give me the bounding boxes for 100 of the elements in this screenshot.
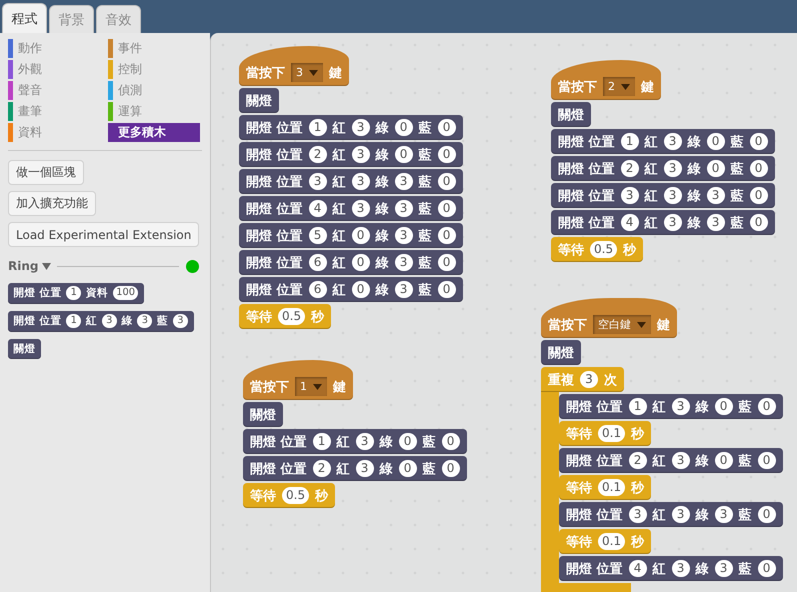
wait-block[interactable]: 等待 0.1 秒 [559,421,652,446]
number-input[interactable]: 0.5 [278,308,306,325]
number-input[interactable]: 3 [620,187,639,204]
command-block[interactable]: 開燈 位置 4 紅 3 綠 3 藍 0 [239,196,463,221]
number-input[interactable]: 3 [352,173,370,190]
palette-button[interactable]: 做一個區塊 [8,160,84,185]
number-input[interactable]: 0 [758,398,776,415]
command-block[interactable]: 關燈 [8,338,42,360]
key-press-hat-block[interactable]: 當按下 1 鍵 [243,360,353,400]
number-input[interactable]: 2 [308,146,327,163]
number-input[interactable]: 0 [758,506,776,523]
number-input[interactable]: 1 [308,119,327,136]
number-input[interactable]: 1 [66,314,82,328]
number-input[interactable]: 3 [352,200,370,217]
wait-block[interactable]: 等待 0.5 秒 [243,483,336,508]
command-block[interactable]: 開燈 位置 3 紅 3 綠 3 藍 0 [551,183,775,208]
number-input[interactable]: 6 [308,281,327,298]
number-input[interactable]: 0 [758,560,776,577]
category-item[interactable]: 更多積木 [108,123,200,142]
number-input[interactable]: 1 [312,433,331,450]
command-block[interactable]: 關燈 [243,402,283,427]
number-input[interactable]: 5 [308,227,327,244]
command-block[interactable]: 關燈 [541,340,581,365]
number-input[interactable]: 0 [398,460,417,477]
key-dropdown[interactable]: 空白鍵 [593,315,651,334]
command-block[interactable]: 開燈 位置 1 紅 3 綠 3 藍 3 [8,311,194,332]
number-input[interactable]: 3 [664,133,682,150]
number-input[interactable]: 6 [308,254,327,271]
number-input[interactable]: 3 [394,281,413,298]
key-dropdown[interactable]: 2 [603,77,635,96]
number-input[interactable]: 0 [394,119,413,136]
number-input[interactable]: 0 [438,146,456,163]
number-input[interactable]: 0 [438,227,456,244]
number-input[interactable]: 0 [398,433,417,450]
number-input[interactable]: 0 [706,160,725,177]
number-input[interactable]: 4 [628,560,647,577]
wait-block[interactable]: 等待 0.1 秒 [559,475,652,500]
command-block[interactable]: 開燈 位置 6 紅 0 綠 3 藍 0 [239,277,463,302]
number-input[interactable]: 3 [580,371,598,388]
number-input[interactable]: 100 [112,286,138,300]
tab[interactable]: 程式 [2,3,47,33]
number-input[interactable]: 0 [750,214,768,231]
command-block[interactable]: 開燈 位置 5 紅 0 綠 3 藍 0 [239,223,463,248]
number-input[interactable]: 1 [628,398,647,415]
command-block[interactable]: 開燈 位置 1 紅 3 綠 0 藍 0 [551,129,775,154]
number-input[interactable]: 3 [672,398,690,415]
repeat-block[interactable]: 重複 3 次 開燈 位置 1 紅 3 綠 0 藍 0 等待 0.1 秒 開燈 位置 2 紅 3 綠 0 藍 0 等待 0.1 秒 開燈 位置 3 紅 3 綠 3 藍 0 等待 0.1 秒 開燈 位置 4 紅 3 綠 3 藍 0 [541,367,783,592]
number-input[interactable]: 3 [714,506,733,523]
number-input[interactable]: 0 [750,133,768,150]
command-block[interactable]: 開燈 位置 4 紅 3 綠 3 藍 0 [551,210,775,235]
key-press-hat-block[interactable]: 當按下 空白鍵 鍵 [541,298,677,338]
number-input[interactable]: 3 [672,452,690,469]
wait-block[interactable]: 等待 0.5 秒 [551,237,644,262]
number-input[interactable]: 0 [750,160,768,177]
palette-button[interactable]: Load Experimental Extension [8,222,200,247]
command-block[interactable]: 開燈 位置 1 紅 3 綠 0 藍 0 [239,115,463,140]
number-input[interactable]: 0.1 [598,479,626,496]
key-press-hat-block[interactable]: 當按下 3 鍵 [239,46,349,86]
number-input[interactable]: 3 [664,214,682,231]
number-input[interactable]: 3 [672,506,690,523]
number-input[interactable]: 0 [438,200,456,217]
number-input[interactable]: 3 [628,506,647,523]
command-block[interactable]: 開燈 位置 6 紅 0 綠 3 藍 0 [239,250,463,275]
number-input[interactable]: 0 [438,119,456,136]
number-input[interactable]: 3 [352,146,370,163]
wait-block[interactable]: 等待 0.5 秒 [239,304,332,329]
number-input[interactable]: 3 [394,254,413,271]
number-input[interactable]: 3 [356,433,374,450]
command-block[interactable]: 開燈 位置 3 紅 3 綠 3 藍 0 [559,502,783,527]
number-input[interactable]: 3 [308,173,327,190]
command-block[interactable]: 關燈 [239,88,279,113]
number-input[interactable]: 0 [442,460,460,477]
number-input[interactable]: 0 [352,254,370,271]
number-input[interactable]: 0.5 [282,487,310,504]
command-block[interactable]: 開燈 位置 4 紅 3 綠 3 藍 0 [559,556,783,581]
number-input[interactable]: 0 [714,398,733,415]
number-input[interactable]: 3 [714,560,733,577]
key-dropdown[interactable]: 3 [291,63,323,82]
command-block[interactable]: 開燈 位置 2 紅 3 綠 0 藍 0 [239,142,463,167]
number-input[interactable]: 1 [620,133,639,150]
number-input[interactable]: 3 [394,173,413,190]
number-input[interactable]: 0 [438,254,456,271]
number-input[interactable]: 0 [394,146,413,163]
number-input[interactable]: 0 [714,452,733,469]
number-input[interactable]: 0 [352,227,370,244]
number-input[interactable]: 2 [312,460,331,477]
number-input[interactable]: 1 [66,286,82,300]
caret-icon[interactable] [42,262,50,270]
command-block[interactable]: 關燈 [551,102,591,127]
number-input[interactable]: 4 [308,200,327,217]
number-input[interactable]: 3 [356,460,374,477]
number-input[interactable]: 0 [438,281,456,298]
number-input[interactable]: 3 [102,314,117,328]
number-input[interactable]: 3 [664,160,682,177]
number-input[interactable]: 3 [173,314,188,328]
number-input[interactable]: 3 [664,187,682,204]
number-input[interactable]: 0 [758,452,776,469]
number-input[interactable]: 0.1 [598,425,626,442]
number-input[interactable]: 0.1 [598,533,626,550]
number-input[interactable]: 3 [394,200,413,217]
